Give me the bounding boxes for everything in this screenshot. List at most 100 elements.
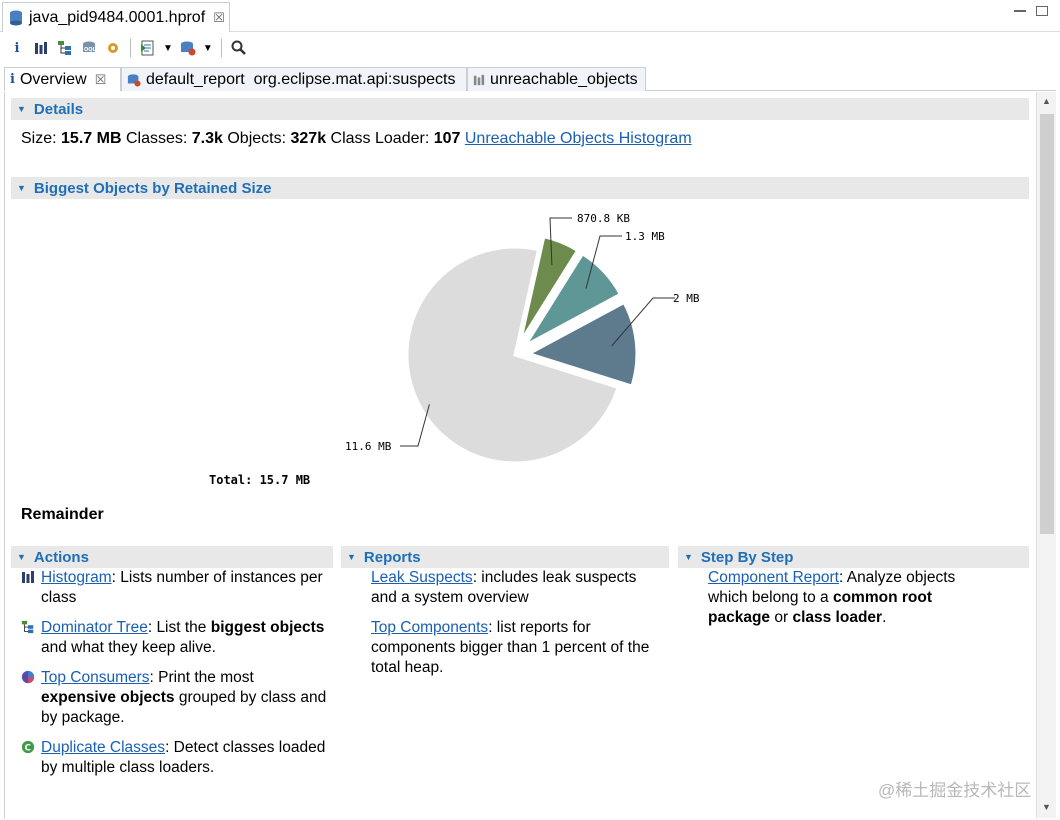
histogram-icon[interactable] bbox=[32, 39, 50, 57]
duplicate-classes-icon: C bbox=[21, 740, 35, 754]
scroll-down-icon[interactable]: ▼ bbox=[1042, 802, 1051, 812]
reports-list: Leak Suspects: includes leak suspects an… bbox=[341, 568, 661, 688]
list-item: Top Consumers: Print the most expensive … bbox=[11, 668, 331, 728]
dominator-tree-link[interactable]: Dominator Tree bbox=[41, 619, 148, 636]
reports-section-header[interactable]: ▼ Reports bbox=[341, 546, 669, 568]
consumers-bold: expensive objects bbox=[41, 689, 175, 706]
actions-list: Histogram: Lists number of instances per… bbox=[11, 568, 331, 788]
tab-unreachable-objects[interactable]: unreachable_objects bbox=[467, 67, 646, 91]
size-label: Size: bbox=[21, 130, 57, 147]
step-by-step-list: Component Report: Analyze objects which … bbox=[678, 568, 998, 638]
collapse-triangle-icon: ▼ bbox=[347, 552, 356, 562]
section-title: Step By Step bbox=[700, 548, 794, 566]
info-icon: i bbox=[10, 72, 15, 87]
histogram-icon bbox=[473, 74, 485, 85]
list-item: C Duplicate Classes: Detect classes load… bbox=[11, 738, 331, 778]
overview-content: ▼ Details Size: 15.7 MB Classes: 7.3k Ob… bbox=[4, 92, 1056, 818]
search-icon[interactable] bbox=[230, 39, 248, 57]
objects-label: Objects: bbox=[227, 130, 287, 147]
dominator-description-end: and what they keep alive. bbox=[41, 639, 216, 656]
list-item: Leak Suspects: includes leak suspects an… bbox=[341, 568, 661, 608]
pie-slice-label: 2 MB bbox=[673, 292, 700, 305]
editor-tab-hprof[interactable]: java_pid9484.0001.hprof ☒ bbox=[2, 2, 230, 32]
toolbar-separator bbox=[220, 39, 222, 57]
dominator-tree-icon[interactable] bbox=[56, 39, 74, 57]
component-description-end: . bbox=[882, 609, 887, 626]
chevron-down-icon[interactable]: ▼ bbox=[203, 43, 213, 54]
query-browser-icon bbox=[127, 73, 141, 87]
details-summary: Size: 15.7 MB Classes: 7.3k Objects: 327… bbox=[21, 130, 692, 148]
collapse-triangle-icon: ▼ bbox=[17, 104, 26, 114]
tab-overview[interactable]: i Overview ☒ bbox=[4, 67, 121, 91]
collapse-triangle-icon: ▼ bbox=[17, 552, 26, 562]
consumers-description: : Print the most bbox=[149, 669, 254, 686]
unreachable-histogram-link[interactable]: Unreachable Objects Histogram bbox=[465, 130, 692, 147]
dominator-description: : List the bbox=[147, 619, 211, 636]
top-consumers-icon bbox=[21, 670, 35, 684]
component-description-or: or bbox=[770, 609, 793, 626]
list-item: Top Components: list reports for compone… bbox=[341, 618, 661, 678]
oql-icon[interactable]: OQL bbox=[80, 39, 98, 57]
query-browser-icon[interactable] bbox=[179, 39, 197, 57]
top-consumers-link[interactable]: Top Consumers bbox=[41, 669, 150, 686]
list-item: Histogram: Lists number of instances per… bbox=[11, 568, 331, 608]
section-title: Biggest Objects by Retained Size bbox=[33, 179, 272, 197]
maximize-icon[interactable] bbox=[1036, 6, 1048, 16]
size-value: 15.7 MB bbox=[61, 130, 122, 147]
close-icon[interactable]: ☒ bbox=[95, 72, 107, 88]
top-components-link[interactable]: Top Components bbox=[371, 619, 488, 636]
dominator-bold: biggest objects bbox=[210, 619, 325, 636]
toolbar: i OQL ▼ ▼ bbox=[0, 33, 1060, 63]
section-title: Details bbox=[33, 100, 84, 118]
list-item: Component Report: Analyze objects which … bbox=[678, 568, 998, 628]
scrollbar-thumb[interactable] bbox=[1040, 114, 1054, 534]
list-item: Dominator Tree: List the biggest objects… bbox=[11, 618, 331, 658]
actions-section-header[interactable]: ▼ Actions bbox=[11, 546, 333, 568]
vertical-scrollbar[interactable]: ▲ ▼ bbox=[1036, 92, 1056, 818]
collapse-triangle-icon: ▼ bbox=[17, 183, 26, 193]
biggest-objects-section-header[interactable]: ▼ Biggest Objects by Retained Size bbox=[11, 177, 1029, 199]
gear-icon[interactable] bbox=[104, 39, 122, 57]
collapse-triangle-icon: ▼ bbox=[684, 552, 693, 562]
watermark: @稀土掘金技术社区 bbox=[878, 781, 1032, 800]
tab-label: unreachable_objects bbox=[490, 70, 638, 88]
component-bold-loader: class loader bbox=[792, 609, 883, 626]
toolbar-separator bbox=[130, 39, 131, 57]
editor-tab-label: java_pid9484.0001.hprof bbox=[29, 8, 206, 26]
info-icon[interactable]: i bbox=[8, 39, 26, 57]
histogram-link[interactable]: Histogram bbox=[41, 569, 112, 586]
details-section-header[interactable]: ▼ Details bbox=[11, 98, 1029, 120]
run-report-icon[interactable] bbox=[139, 39, 157, 57]
leak-suspects-link[interactable]: Leak Suspects bbox=[371, 569, 473, 586]
pane-tab-bar: i Overview ☒ default_report org.eclipse.… bbox=[4, 67, 1056, 91]
step-by-step-section-header[interactable]: ▼ Step By Step bbox=[678, 546, 1029, 568]
svg-text:OQL: OQL bbox=[84, 47, 97, 53]
histogram-icon bbox=[22, 571, 34, 583]
class-loader-label: Class Loader: bbox=[330, 130, 430, 147]
svg-text:C: C bbox=[25, 744, 31, 754]
editor-tab-bar: java_pid9484.0001.hprof ☒ bbox=[0, 0, 1060, 32]
component-report-link[interactable]: Component Report bbox=[708, 569, 839, 586]
objects-value: 327k bbox=[290, 130, 327, 147]
scroll-up-icon[interactable]: ▲ bbox=[1042, 96, 1051, 106]
classes-label: Classes: bbox=[125, 130, 188, 147]
tab-label: Overview bbox=[19, 70, 87, 88]
pie-slice-label: 1.3 MB bbox=[625, 230, 665, 243]
tab-label: default_report org.eclipse.mat.api:suspe… bbox=[146, 70, 456, 88]
heap-dump-icon bbox=[10, 10, 22, 25]
pie-slice-label: 11.6 MB bbox=[345, 440, 392, 453]
pie-total-label: Total: 15.7 MB bbox=[209, 473, 310, 487]
tab-default-report[interactable]: default_report org.eclipse.mat.api:suspe… bbox=[121, 67, 467, 91]
minimize-icon[interactable] bbox=[1014, 6, 1026, 12]
dominator-tree-icon bbox=[21, 620, 34, 634]
chevron-down-icon[interactable]: ▼ bbox=[163, 43, 173, 54]
class-loader-value: 107 bbox=[433, 130, 461, 147]
section-title: Actions bbox=[33, 548, 89, 566]
pie-slice-label: 870.8 KB bbox=[577, 212, 630, 225]
remainder-label: Remainder bbox=[21, 506, 104, 523]
section-title: Reports bbox=[363, 548, 421, 566]
classes-value: 7.3k bbox=[191, 130, 223, 147]
close-icon[interactable]: ☒ bbox=[213, 10, 225, 26]
duplicate-classes-link[interactable]: Duplicate Classes bbox=[41, 739, 165, 756]
retained-size-pie-chart[interactable]: 870.8 KB 1.3 MB 2 MB 11.6 MB Total: 15.7 MB bbox=[5, 200, 1035, 500]
